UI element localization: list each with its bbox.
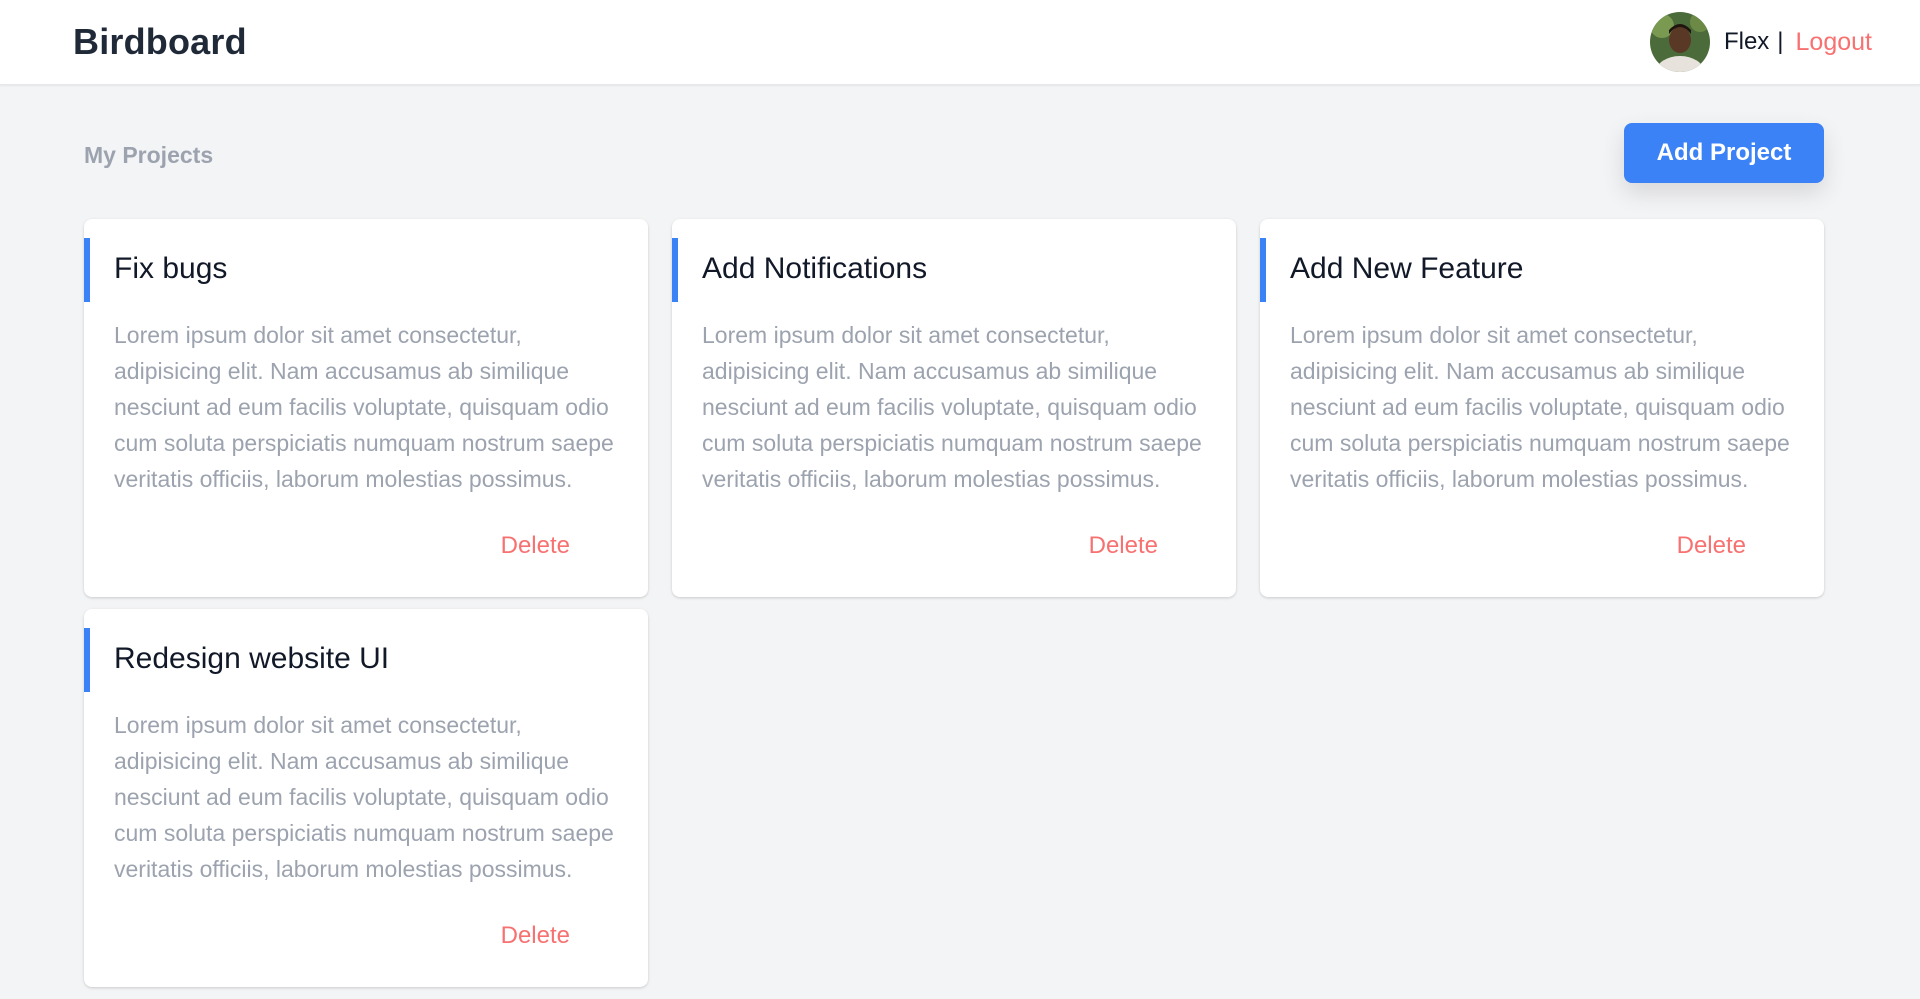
logout-link[interactable]: Logout bbox=[1796, 28, 1872, 57]
card-accent-bar bbox=[84, 238, 90, 302]
page-title: My Projects bbox=[84, 142, 214, 168]
project-title[interactable]: Redesign website UI bbox=[114, 642, 389, 676]
card-accent-bar bbox=[84, 628, 90, 692]
project-description: Lorem ipsum dolor sit amet consectetur, … bbox=[1290, 322, 1790, 492]
user-menu: Flex | Logout bbox=[1649, 12, 1872, 72]
user-separator: | bbox=[1777, 28, 1784, 55]
card-accent-bar bbox=[1260, 238, 1266, 302]
avatar-image bbox=[1649, 12, 1710, 72]
user-avatar[interactable] bbox=[1649, 12, 1710, 72]
delete-project-button[interactable]: Delete bbox=[501, 532, 570, 560]
project-title[interactable]: Add Notifications bbox=[702, 252, 927, 286]
add-project-button[interactable]: Add Project bbox=[1624, 123, 1824, 183]
project-description: Lorem ipsum dolor sit amet consectetur, … bbox=[114, 712, 614, 882]
project-description: Lorem ipsum dolor sit amet consectetur, … bbox=[114, 322, 614, 492]
delete-project-button[interactable]: Delete bbox=[501, 922, 570, 950]
delete-project-button[interactable]: Delete bbox=[1089, 532, 1158, 560]
project-title[interactable]: Add New Feature bbox=[1290, 252, 1523, 286]
user-name: Flex bbox=[1723, 28, 1770, 55]
delete-project-button[interactable]: Delete bbox=[1677, 532, 1746, 560]
card-accent-bar bbox=[672, 238, 678, 302]
project-card[interactable]: Redesign website UI Lorem ipsum dolor si… bbox=[84, 609, 648, 987]
project-card[interactable]: Add New Feature Lorem ipsum dolor sit am… bbox=[1260, 219, 1824, 597]
project-card[interactable]: Fix bugs Lorem ipsum dolor sit amet cons… bbox=[84, 219, 648, 597]
project-description: Lorem ipsum dolor sit amet consectetur, … bbox=[702, 322, 1202, 492]
project-card[interactable]: Add Notifications Lorem ipsum dolor sit … bbox=[672, 219, 1236, 597]
top-navbar: Birdboard Flex | Logout bbox=[0, 0, 1920, 85]
project-title[interactable]: Fix bugs bbox=[114, 252, 227, 286]
brand-logo-text[interactable]: Birdboard bbox=[73, 21, 247, 63]
